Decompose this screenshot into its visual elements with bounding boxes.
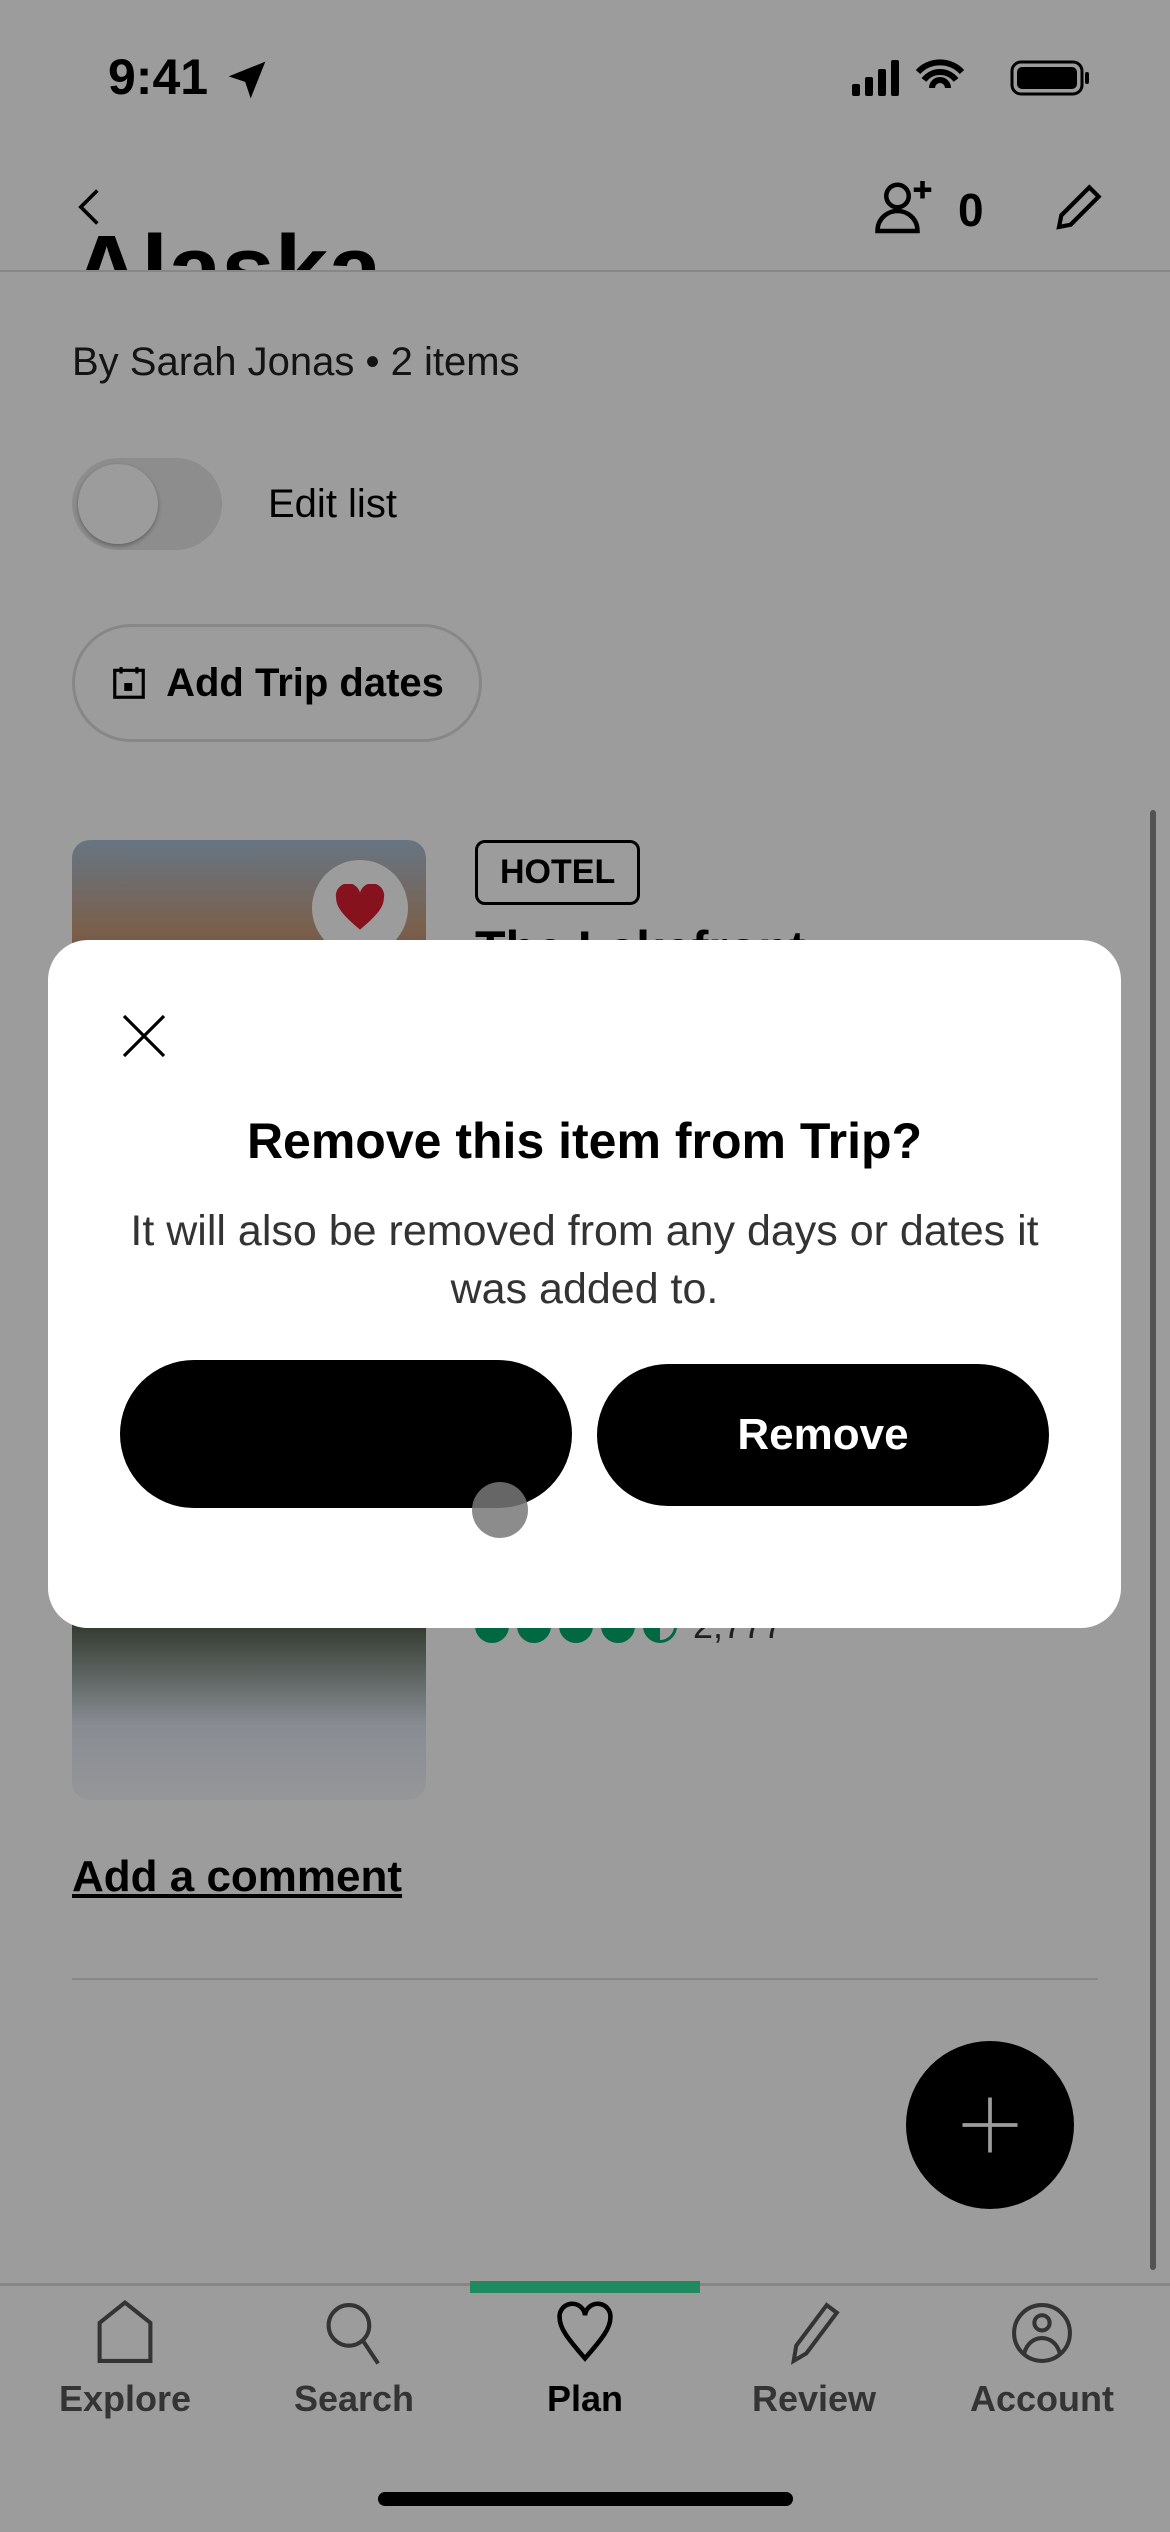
remove-button[interactable]: Remove	[597, 1364, 1049, 1506]
remove-item-dialog: Remove this item from Trip? It will also…	[48, 940, 1121, 1628]
close-icon[interactable]	[120, 1012, 168, 1060]
dialog-message: It will also be removed from any days or…	[130, 1207, 1039, 1313]
touch-indicator	[472, 1482, 528, 1538]
dialog-title: Remove this item from Trip?	[246, 1113, 923, 1169]
